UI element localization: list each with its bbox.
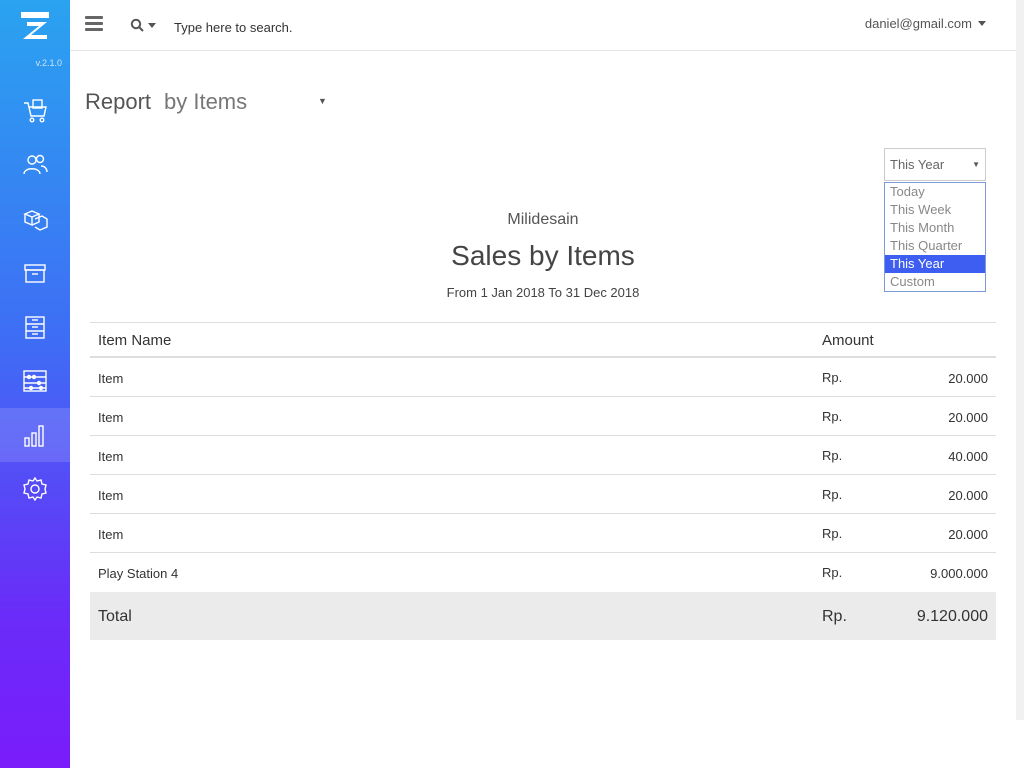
topbar: daniel@gmail.com xyxy=(70,0,1016,51)
table-row: Item Rp. 20.000 xyxy=(90,514,996,553)
sidebar-item-products[interactable] xyxy=(0,192,70,246)
page-title: Report xyxy=(85,89,152,114)
sidebar-item-accounting[interactable] xyxy=(0,354,70,408)
period-dropdown-list: Today This Week This Month This Quarter … xyxy=(884,182,986,292)
report-title: Sales by Items xyxy=(451,240,635,271)
currency-label: Rp. xyxy=(822,370,843,385)
bar-chart-icon xyxy=(24,425,44,447)
currency-label: Rp. xyxy=(822,526,843,541)
chevron-down-icon xyxy=(978,21,986,26)
item-amount: 20.000 xyxy=(948,527,988,542)
search-button[interactable] xyxy=(130,16,158,34)
item-name: Item xyxy=(98,410,124,425)
sidebar: v.2.1.0 xyxy=(0,0,70,768)
table-row: Item Rp. 20.000 xyxy=(90,397,996,436)
currency-label: Rp. xyxy=(822,409,843,424)
column-header-amount: Amount xyxy=(822,332,874,349)
total-label: Total xyxy=(98,608,132,625)
company-name: Milidesain xyxy=(507,211,579,228)
app-logo[interactable] xyxy=(0,0,70,50)
item-name: Item xyxy=(98,371,124,386)
logo-icon xyxy=(21,12,49,39)
currency-label: Rp. xyxy=(822,448,843,463)
hamburger-line xyxy=(85,16,103,19)
period-selected-value: This Year xyxy=(890,157,945,172)
item-amount: 40.000 xyxy=(948,449,988,464)
search-input[interactable] xyxy=(174,14,574,40)
bottom-bar xyxy=(70,736,1024,768)
archive-icon xyxy=(24,264,46,283)
table-total-row: Total Rp. 9.120.000 xyxy=(90,592,996,640)
chevron-down-icon[interactable]: ▼ xyxy=(318,96,327,106)
user-menu[interactable]: daniel@gmail.com xyxy=(865,16,986,31)
item-amount: 20.000 xyxy=(948,371,988,386)
abacus-icon xyxy=(23,370,47,392)
period-select[interactable]: This Year ▼ xyxy=(884,148,986,181)
report-type-select[interactable]: by Items xyxy=(164,89,247,115)
item-name: Play Station 4 xyxy=(98,566,179,581)
gear-icon xyxy=(23,476,47,502)
currency-label: Rp. xyxy=(822,608,847,625)
total-amount: 9.120.000 xyxy=(916,608,988,625)
chevron-down-icon: ▼ xyxy=(972,160,980,169)
report-table: Item Name Amount Item Rp. 20.000 Item Rp… xyxy=(90,322,996,640)
sidebar-item-customers[interactable] xyxy=(0,138,70,192)
cabinet-icon xyxy=(25,316,45,339)
sidebar-item-sales[interactable] xyxy=(0,84,70,138)
cart-icon xyxy=(24,99,47,123)
table-row: Item Rp. 40.000 xyxy=(90,436,996,475)
user-email: daniel@gmail.com xyxy=(864,16,972,31)
sidebar-item-reports[interactable] xyxy=(0,408,70,462)
app-version: v.2.1.0 xyxy=(35,58,62,68)
sidebar-item-inventory[interactable] xyxy=(0,246,70,300)
users-icon xyxy=(23,154,48,175)
sidebar-item-storage[interactable] xyxy=(0,300,70,354)
sidebar-item-settings[interactable] xyxy=(0,462,70,516)
item-amount: 20.000 xyxy=(948,488,988,503)
item-amount: 20.000 xyxy=(948,410,988,425)
hamburger-line xyxy=(85,28,103,31)
boxes-icon xyxy=(23,210,48,231)
hamburger-line xyxy=(85,22,103,25)
table-row: Item Rp. 20.000 xyxy=(90,358,996,397)
menu-toggle-button[interactable] xyxy=(85,16,103,32)
table-header: Item Name Amount xyxy=(90,323,996,358)
chevron-down-icon xyxy=(148,22,156,28)
currency-label: Rp. xyxy=(822,565,843,580)
column-header-item-name: Item Name xyxy=(98,332,172,349)
period-option-today[interactable]: Today xyxy=(885,183,985,201)
table-row: Play Station 4 Rp. 9.000.000 xyxy=(90,553,996,592)
search-icon xyxy=(130,18,144,32)
currency-label: Rp. xyxy=(822,487,843,502)
item-name: Item xyxy=(98,527,124,542)
item-name: Item xyxy=(98,488,124,503)
scrollbar[interactable] xyxy=(1016,0,1024,720)
item-name: Item xyxy=(98,449,124,464)
report-date-range: From 1 Jan 2018 To 31 Dec 2018 xyxy=(446,285,640,300)
item-amount: 9.000.000 xyxy=(930,566,988,581)
table-row: Item Rp. 20.000 xyxy=(90,475,996,514)
